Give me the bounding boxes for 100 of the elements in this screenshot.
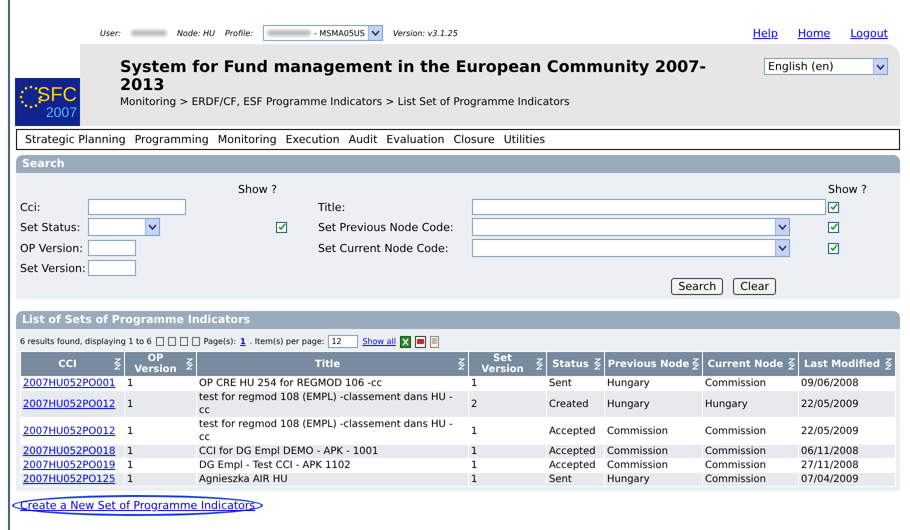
menu-item[interactable]: Audit — [348, 133, 378, 146]
spreadsheet-icon[interactable] — [400, 336, 411, 348]
table-cell: DG Empl - Test CCI - APK 1102 — [199, 460, 351, 471]
create-set-link[interactable]: Create a New Set of Programme Indicators — [20, 499, 256, 512]
menu-item[interactable]: Strategic Planning — [25, 133, 126, 146]
page-link[interactable]: 1 — [240, 337, 246, 346]
app-title: System for Fund management in the European Community 2007-2013 — [120, 58, 707, 94]
menu-item[interactable]: Execution — [286, 133, 340, 146]
results-summary: 6 results found, displaying 1 to 6 — [20, 337, 152, 346]
table-cell: Hungary — [607, 378, 650, 389]
column-header[interactable]: Last Modified — [798, 352, 896, 376]
show-checkbox[interactable] — [276, 222, 287, 232]
column-header[interactable]: Set Version — [468, 352, 546, 376]
table-cell: Created — [549, 398, 589, 410]
header-link[interactable]: Home — [798, 26, 830, 40]
table-cell: Commission — [705, 378, 766, 389]
table-cell: Commission — [607, 460, 668, 471]
table-cell: 09/06/2008 — [801, 378, 859, 389]
show-label: Show ? — [828, 183, 868, 196]
sort-icon[interactable] — [114, 358, 122, 370]
table-cell: Hungary — [607, 474, 650, 485]
dropdown-field[interactable] — [472, 239, 790, 257]
field-label: Set Current Node Code: — [318, 242, 450, 254]
profile-dropdown[interactable]: - MSMA05US — [262, 25, 383, 41]
dropdown-field[interactable] — [88, 218, 160, 236]
table-cell: 1 — [127, 446, 134, 457]
search-form-button[interactable]: Clear — [733, 278, 776, 295]
table-cell: 2 — [471, 398, 478, 410]
version-label: Version: v3.1.25 — [392, 28, 458, 38]
show-label: Show ? — [238, 183, 278, 196]
table-cell: 1 — [127, 426, 134, 436]
table-cell: Accepted — [549, 426, 596, 436]
blurred-text — [130, 30, 167, 36]
show-checkbox[interactable] — [828, 202, 839, 212]
sfc-logo: SFC 2007 — [15, 78, 80, 126]
table-cell: Accepted — [549, 446, 596, 457]
text-field[interactable] — [472, 199, 826, 215]
menu-item[interactable]: Utilities — [504, 133, 546, 146]
breadcrumb: Monitoring > ERDF/CF, ESF Programme Indicators > List Set of Programme Indicators — [120, 96, 571, 108]
table-cell: Commission — [705, 446, 766, 457]
table-cell: Commission — [607, 446, 668, 457]
sort-icon[interactable] — [885, 358, 893, 370]
table-cell: test for regmod 108 (EMPL) -classement dans HU - cc — [199, 419, 453, 443]
field-label: Set Version: — [20, 262, 87, 274]
sort-icon[interactable] — [536, 358, 544, 370]
menu-item[interactable]: Evaluation — [386, 133, 444, 146]
table-cell: 1 — [471, 446, 478, 457]
table-cell: 27/11/2008 — [801, 460, 859, 471]
table-cell: 06/11/2008 — [801, 446, 859, 457]
table-cell: Commission — [607, 426, 668, 436]
per-page-label: . Item(s) per page: — [250, 337, 324, 346]
table-cell: 22/05/2009 — [801, 398, 859, 410]
show-all-link[interactable]: Show all — [362, 337, 396, 346]
sort-icon[interactable] — [788, 358, 796, 370]
field-label: Set Status: — [20, 220, 82, 234]
field-label: OP Version: — [20, 242, 84, 254]
field-label: Set Previous Node Code: — [318, 220, 455, 234]
text-field[interactable] — [88, 240, 136, 256]
table-cell: Sent — [549, 378, 572, 389]
column-header[interactable]: Status — [546, 352, 604, 376]
show-checkbox[interactable] — [828, 242, 839, 254]
sort-icon[interactable] — [692, 358, 700, 370]
table-cell: 1 — [127, 474, 134, 485]
column-header[interactable]: Current Node — [702, 352, 798, 376]
text-field[interactable] — [88, 199, 186, 215]
sort-icon[interactable] — [458, 358, 466, 370]
table-cell: Commission — [705, 474, 766, 485]
table-cell: 1 — [471, 474, 478, 485]
table-cell: Commission — [705, 426, 766, 436]
column-header[interactable]: OP Version — [124, 352, 196, 376]
field-label: Cci: — [20, 200, 42, 214]
header-link[interactable]: Help — [752, 26, 778, 40]
search-form-button[interactable]: Search — [671, 278, 724, 295]
pages-label: Page(s): — [204, 337, 236, 346]
table-cell: Accepted — [549, 460, 596, 471]
table-cell: CCI for DG Empl DEMO - APK - 1001 — [199, 446, 378, 457]
menu-item[interactable]: Programming — [134, 133, 209, 146]
dropdown-field[interactable] — [472, 218, 790, 236]
show-checkbox[interactable] — [828, 222, 839, 232]
table-cell: Commission — [705, 460, 766, 471]
language-dropdown[interactable]: English (en) — [764, 58, 888, 75]
table-cell: 22/05/2009 — [801, 426, 859, 436]
table-cell: Agnieszka AIR HU — [199, 474, 288, 485]
menu-item[interactable]: Monitoring — [218, 133, 277, 146]
table-cell: Hungary — [705, 398, 748, 410]
sort-icon[interactable] — [186, 358, 194, 370]
panel-title: Search — [16, 155, 900, 173]
per-page-field[interactable]: 12 — [328, 335, 358, 348]
column-header[interactable]: CCI — [20, 352, 124, 376]
field-label: Title: — [318, 200, 346, 214]
column-header[interactable]: Title — [196, 352, 468, 376]
table-cell: 07/04/2009 — [801, 474, 859, 485]
text-field[interactable] — [88, 260, 136, 276]
sort-icon[interactable] — [594, 358, 602, 370]
pdf-icon[interactable] — [414, 336, 426, 348]
table-cell: Sent — [549, 474, 572, 485]
column-header[interactable]: Previous Node — [604, 352, 702, 376]
table-cell: 1 — [471, 378, 478, 389]
menu-item[interactable]: Closure — [453, 133, 495, 146]
header-link[interactable]: Logout — [850, 26, 888, 40]
